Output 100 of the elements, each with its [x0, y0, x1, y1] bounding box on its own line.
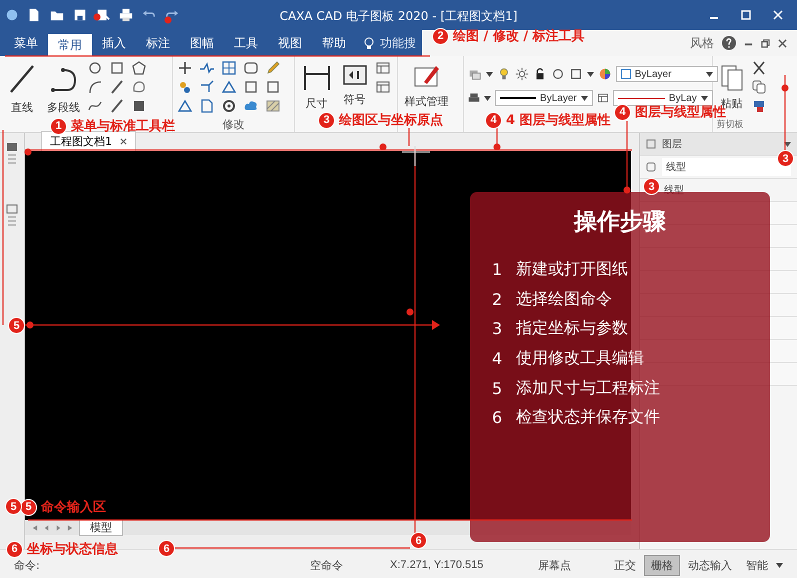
- step-text: 添加尺寸与工程标注: [516, 378, 660, 399]
- panel-icon: [646, 139, 656, 149]
- leader-line: [496, 128, 498, 146]
- layout-tab[interactable]: 模型: [79, 520, 123, 536]
- command-status: 空命令: [310, 558, 344, 572]
- triangle-icon[interactable]: [221, 79, 237, 95]
- ribbon-tab[interactable]: 标注: [136, 30, 180, 56]
- document-tab[interactable]: 工程图文档1: [41, 131, 136, 151]
- caret-icon[interactable]: [700, 96, 708, 100]
- callout-dot: [406, 308, 414, 316]
- style-manager-button[interactable]: 样式管理: [402, 60, 452, 111]
- ribbon-tab[interactable]: 常用: [48, 34, 92, 56]
- leader-line: [408, 128, 410, 146]
- linetype-dropdown[interactable]: ByLayer: [494, 90, 593, 106]
- caret-icon[interactable]: [586, 72, 594, 76]
- grid-icon[interactable]: [221, 60, 237, 76]
- ribbon-tab[interactable]: 工具: [224, 30, 268, 56]
- ribbon-tab[interactable]: 菜单: [4, 30, 48, 56]
- panel-header: 图层: [662, 138, 682, 151]
- sun-icon[interactable]: [514, 67, 529, 81]
- polyline-tool-button[interactable]: 多段线: [44, 60, 83, 117]
- color-wheel-icon[interactable]: [598, 67, 612, 81]
- triangle-icon[interactable]: [177, 98, 193, 114]
- callout-dot: [94, 14, 100, 20]
- app-logo-icon[interactable]: [6, 9, 18, 21]
- symbol-button[interactable]: 符号: [338, 60, 371, 109]
- caret-icon[interactable]: [486, 72, 493, 76]
- printer-icon[interactable]: [468, 92, 480, 104]
- lineweight-dropdown[interactable]: ByLay: [612, 90, 713, 106]
- status-toggle[interactable]: 动态输入: [682, 556, 738, 574]
- circle-icon[interactable]: [87, 60, 103, 76]
- ring-icon[interactable]: [221, 98, 237, 114]
- step-text: 检查状态并保存文件: [516, 407, 660, 428]
- diagonal-line-icon[interactable]: [109, 98, 125, 114]
- step-number: 1: [492, 260, 502, 280]
- square-icon[interactable]: [109, 60, 125, 76]
- arc-icon[interactable]: [87, 79, 103, 95]
- lineweight-value: ByLay: [668, 92, 697, 104]
- zigzag-icon[interactable]: [199, 60, 215, 76]
- ribbon-tab[interactable]: 帮助: [312, 30, 356, 56]
- diagonal-line-icon[interactable]: [109, 79, 125, 95]
- ribbon-tab[interactable]: 插入: [92, 30, 136, 56]
- blob-icon[interactable]: [131, 79, 147, 95]
- table-icon[interactable]: [374, 79, 391, 95]
- cut-icon[interactable]: [750, 60, 767, 76]
- caret-icon[interactable]: [776, 562, 783, 568]
- callout-dot: [26, 322, 34, 328]
- rounded-rect-icon[interactable]: [243, 60, 259, 76]
- new-file-icon[interactable]: [27, 8, 41, 22]
- caret-icon[interactable]: [706, 72, 713, 76]
- page-icon[interactable]: [199, 98, 215, 114]
- step-number: 2: [492, 290, 502, 309]
- restore-icon[interactable]: [761, 38, 770, 48]
- caret-icon[interactable]: [580, 96, 588, 100]
- square-icon[interactable]: [243, 79, 259, 95]
- caret-icon[interactable]: [784, 142, 791, 146]
- callout-label: 绘图区与坐标原点: [339, 112, 443, 129]
- line-tool-button[interactable]: 直线: [4, 60, 40, 117]
- color-dropdown[interactable]: ByLayer: [616, 66, 718, 82]
- close-icon[interactable]: [120, 138, 127, 145]
- maximize-icon[interactable]: [741, 10, 751, 20]
- save-icon[interactable]: [73, 8, 87, 22]
- square-icon[interactable]: [265, 79, 281, 95]
- table-icon[interactable]: [374, 60, 391, 76]
- command-prompt: 命令:: [14, 558, 41, 572]
- print-icon[interactable]: [119, 8, 133, 22]
- circle-icon[interactable]: [550, 67, 565, 81]
- ribbon-tab[interactable]: 视图: [268, 30, 312, 56]
- status-toggle[interactable]: 栅格: [644, 554, 680, 576]
- close-icon[interactable]: [778, 38, 787, 48]
- callout-dot: [782, 84, 788, 92]
- filled-square-icon[interactable]: [131, 98, 147, 114]
- caret-icon[interactable]: [484, 96, 491, 100]
- help-icon[interactable]: [722, 36, 736, 50]
- pencil-icon[interactable]: [265, 60, 281, 76]
- dimension-button[interactable]: 尺寸: [298, 60, 335, 113]
- snap-mode[interactable]: 屏幕点: [538, 558, 608, 572]
- hatch-icon[interactable]: [265, 98, 281, 114]
- callout-dot: [164, 16, 172, 24]
- callout-label: 4 图层与线型属性: [506, 112, 611, 129]
- circles-icon[interactable]: [177, 79, 193, 95]
- group-label: 修改: [222, 118, 244, 131]
- hexagon-icon[interactable]: [131, 60, 147, 76]
- steps-title: 操作步骤: [574, 209, 666, 235]
- search-field[interactable]: 功能搜: [380, 34, 416, 52]
- status-toggle[interactable]: 正交: [608, 556, 642, 574]
- callout-dot: [624, 186, 630, 194]
- status-toggle[interactable]: 智能: [740, 556, 774, 574]
- step-text: 新建或打开图纸: [516, 259, 628, 280]
- step-number: 5: [492, 378, 502, 398]
- step-text: 使用修改工具编辑: [516, 348, 644, 370]
- callout-dot: [24, 148, 32, 156]
- copy-icon[interactable]: [750, 79, 767, 95]
- style-menu[interactable]: 风格: [690, 34, 714, 52]
- square-icon[interactable]: [568, 67, 583, 81]
- step-text: 指定坐标与参数: [516, 318, 628, 340]
- callout-dot: [380, 144, 386, 150]
- ribbon-tab[interactable]: 图幅: [180, 30, 224, 56]
- step-number: 6: [492, 408, 502, 428]
- table-icon[interactable]: [596, 92, 609, 104]
